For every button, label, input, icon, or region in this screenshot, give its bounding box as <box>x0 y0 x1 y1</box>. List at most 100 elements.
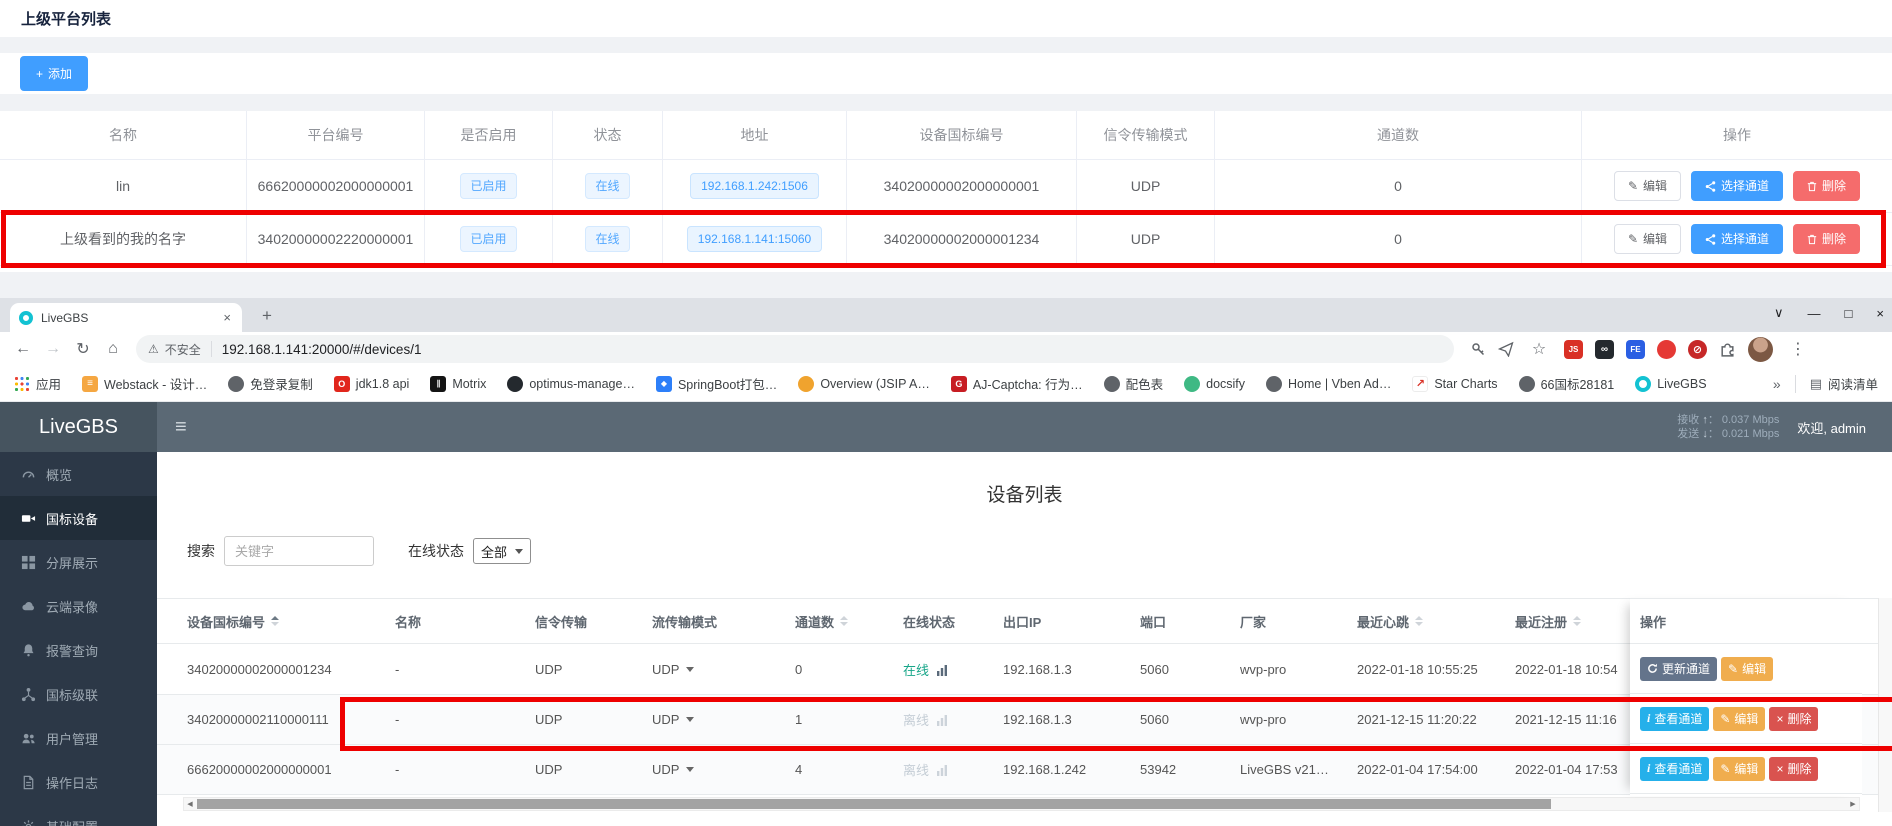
bookmark-jsip[interactable]: Overview (JSIP A… <box>798 376 930 392</box>
bandwidth-chart-icon[interactable] <box>936 664 948 676</box>
welcome-user[interactable]: 欢迎, admin <box>1797 418 1866 437</box>
bookmark-aj-captcha[interactable]: GAJ-Captcha: 行为… <box>951 374 1083 393</box>
tab-close-icon[interactable]: × <box>221 310 233 325</box>
gauge-icon <box>21 467 36 482</box>
bookmark-star-icon[interactable]: ☆ <box>1526 336 1552 362</box>
extension-adblock-icon[interactable] <box>1657 340 1676 359</box>
bookmark-livegbs[interactable]: LiveGBS <box>1635 376 1706 392</box>
bookmark-motrix[interactable]: ∥Motrix <box>430 376 486 392</box>
profile-avatar[interactable] <box>1748 337 1773 362</box>
bookmark-copy[interactable]: 免登录复制 <box>228 374 313 393</box>
bookmark-jdk-api[interactable]: Ojdk1.8 api <box>334 376 410 392</box>
delete-button[interactable]: 删除 <box>1793 171 1860 201</box>
edit-button[interactable]: ✎编辑 <box>1721 657 1773 681</box>
scroll-right-arrow[interactable]: ▶ <box>1847 798 1859 810</box>
add-button[interactable]: + 添加 <box>20 56 88 91</box>
stream-mode-dropdown[interactable]: UDP <box>652 762 694 777</box>
cell-platform-id: 34020000002220000001 <box>247 213 425 266</box>
minimize-icon[interactable]: — <box>1808 306 1821 321</box>
cell-device-id: 66620000002000000001 <box>157 762 395 777</box>
info-icon: i <box>1647 711 1650 726</box>
bookmark-gb28181[interactable]: 66国标28181 <box>1519 374 1615 393</box>
view-channels-button[interactable]: i查看通道 <box>1640 757 1709 781</box>
chevron-down-icon <box>686 767 694 772</box>
home-button[interactable]: ⌂ <box>100 336 126 362</box>
edit-button[interactable]: ✎编辑 <box>1614 171 1681 201</box>
col-header-platform-id: 平台编号 <box>247 111 425 160</box>
new-tab-button[interactable]: + <box>254 303 280 329</box>
edit-button[interactable]: ✎编辑 <box>1713 757 1765 781</box>
bookmark-star-charts[interactable]: ↗Star Charts <box>1412 376 1497 392</box>
bookmark-webstack[interactable]: ≡Webstack - 设计… <box>82 374 207 393</box>
sidebar-item-users[interactable]: 用户管理 <box>0 716 157 760</box>
sidebar-item-overview[interactable]: 概览 <box>0 452 157 496</box>
bookmark-docsify[interactable]: docsify <box>1184 376 1245 392</box>
edit-button[interactable]: ✎编辑 <box>1614 224 1681 254</box>
tab-livegbs[interactable]: LiveGBS × <box>10 303 242 332</box>
scroll-left-arrow[interactable]: ◀ <box>184 798 196 810</box>
close-icon[interactable]: × <box>1876 306 1884 321</box>
bookmark-github[interactable]: optimus-manage… <box>507 376 635 392</box>
extensions-puzzle-icon[interactable] <box>1719 341 1736 358</box>
scrollbar-thumb[interactable] <box>197 799 1551 809</box>
bandwidth-chart-icon[interactable] <box>936 764 948 776</box>
cell-name: lin <box>0 160 247 213</box>
back-button[interactable]: ← <box>10 336 36 362</box>
search-input[interactable] <box>224 536 374 566</box>
horizontal-scrollbar[interactable]: ◀ ▶ <box>183 797 1860 811</box>
col-header-heartbeat[interactable]: 最近心跳 <box>1357 612 1515 631</box>
delete-button[interactable]: 删除 <box>1793 224 1860 254</box>
maximize-icon[interactable]: □ <box>1845 306 1853 321</box>
stream-mode-dropdown[interactable]: UDP <box>652 662 694 677</box>
send-icon[interactable] <box>1498 341 1514 357</box>
delete-button[interactable]: ×删除 <box>1769 757 1818 781</box>
col-header-transport: 信令传输模式 <box>1077 111 1215 160</box>
sidebar-item-settings[interactable]: 基础配置 <box>0 804 157 826</box>
address-bar[interactable]: ⚠ 不安全 192.168.1.141:20000/#/devices/1 <box>136 335 1454 363</box>
extension-js-icon[interactable]: JS <box>1564 340 1583 359</box>
select-channel-button[interactable]: 选择通道 <box>1691 224 1783 254</box>
browser-toolbar: ← → ↻ ⌂ ⚠ 不安全 192.168.1.141:20000/#/devi… <box>0 332 1892 366</box>
bookmark-palette[interactable]: 配色表 <box>1104 374 1164 393</box>
extension-dark-icon[interactable]: ∞ <box>1595 340 1614 359</box>
sidebar-item-cascade[interactable]: 国标级联 <box>0 672 157 716</box>
update-channels-button[interactable]: 更新通道 <box>1640 657 1717 681</box>
extension-blocker-icon[interactable]: ⊘ <box>1688 340 1707 359</box>
bookmark-vben[interactable]: Home | Vben Ad… <box>1266 376 1391 392</box>
edit-button[interactable]: ✎编辑 <box>1713 707 1765 731</box>
status-badge: 在线 <box>585 173 629 199</box>
col-header-ip: 出口IP <box>1003 612 1140 631</box>
bookmark-springboot[interactable]: ◆SpringBoot打包… <box>656 374 777 393</box>
cell-name: 上级看到的我的名字 <box>0 213 247 266</box>
sidebar-item-alarms[interactable]: 报警查询 <box>0 628 157 672</box>
cell-port: 5060 <box>1140 662 1240 677</box>
sidebar-toggle-icon[interactable]: ≡ <box>157 416 205 439</box>
view-channels-button[interactable]: i查看通道 <box>1640 707 1709 731</box>
sidebar-item-logs[interactable]: 操作日志 <box>0 760 157 804</box>
table-row: lin 66620000002000000001 已启用 在线 192.168.… <box>0 160 1892 213</box>
security-chip[interactable]: ⚠ 不安全 <box>148 341 201 358</box>
col-header-channels[interactable]: 通道数 <box>795 612 903 631</box>
pencil-icon: ✎ <box>1720 762 1730 776</box>
reload-button[interactable]: ↻ <box>70 336 96 362</box>
sidebar-item-devices[interactable]: 国标设备 <box>0 496 157 540</box>
sidebar-item-split-screen[interactable]: 分屏展示 <box>0 540 157 584</box>
browser-menu-icon[interactable]: ⋮ <box>1785 336 1811 362</box>
col-header-device-id[interactable]: 设备国标编号 <box>157 612 395 631</box>
tab-search-icon[interactable]: ∨ <box>1774 305 1784 321</box>
select-channel-button[interactable]: 选择通道 <box>1691 171 1783 201</box>
delete-button[interactable]: ×删除 <box>1769 707 1818 731</box>
forward-button[interactable]: → <box>40 336 66 362</box>
online-status-select[interactable]: 全部 <box>473 538 531 564</box>
stream-mode-dropdown[interactable]: UDP <box>652 712 694 727</box>
bandwidth-chart-icon[interactable] <box>936 714 948 726</box>
cell-platform-id: 66620000002000000001 <box>247 160 425 213</box>
key-icon[interactable] <box>1470 341 1486 357</box>
bookmarks-overflow-icon[interactable]: » <box>1773 376 1781 392</box>
sidebar-item-cloud-recording[interactable]: 云端录像 <box>0 584 157 628</box>
extension-fe-icon[interactable]: FE <box>1626 340 1645 359</box>
reading-list-button[interactable]: ▤ 阅读清单 <box>1810 374 1878 393</box>
bookmark-apps[interactable]: 应用 <box>14 374 61 393</box>
cell-vendor: wvp-pro <box>1240 662 1357 677</box>
col-header-actions: 操作 <box>1630 598 1862 644</box>
